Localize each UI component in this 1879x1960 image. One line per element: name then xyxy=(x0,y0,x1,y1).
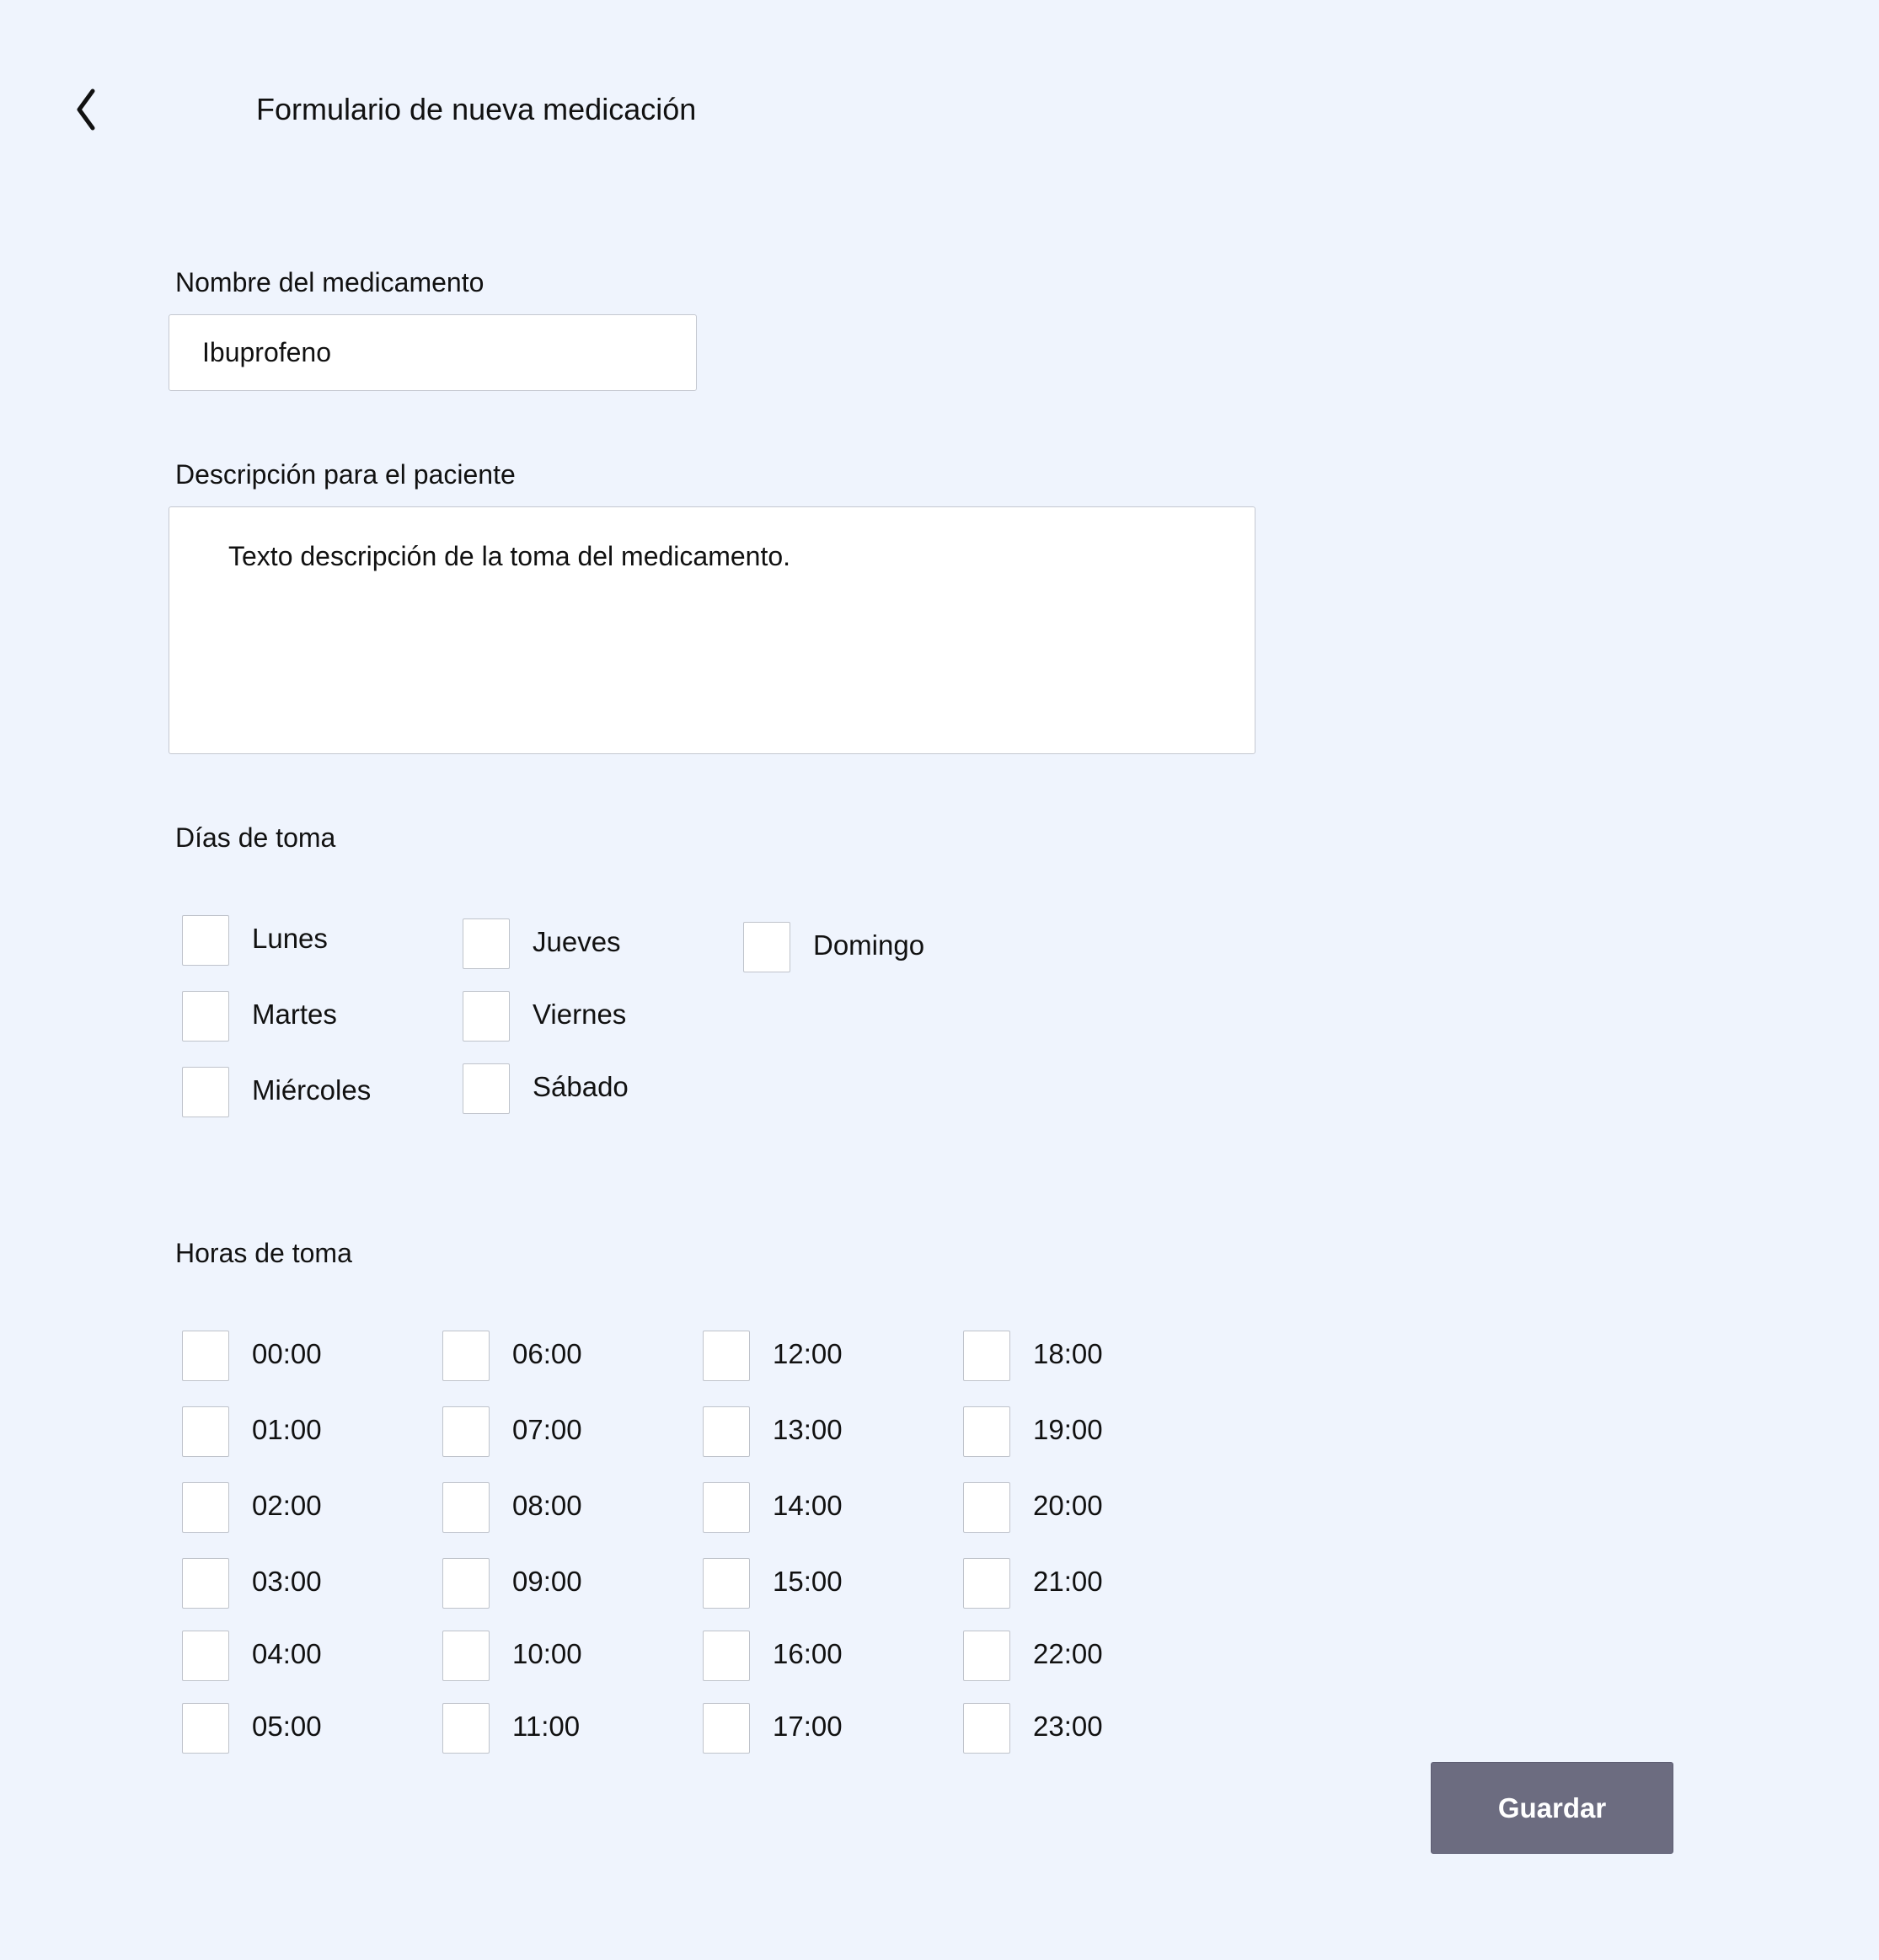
hour-checkbox-10[interactable] xyxy=(442,1631,490,1681)
day-label-lunes: Lunes xyxy=(252,923,328,954)
hour-checkbox-23[interactable] xyxy=(963,1703,1010,1754)
page-title: Formulario de nueva medicación xyxy=(256,92,697,126)
hour-checkbox-11[interactable] xyxy=(442,1703,490,1754)
day-label-domingo: Domingo xyxy=(813,929,925,961)
hour-label-14: 14:00 xyxy=(773,1490,843,1521)
hour-label-21: 21:00 xyxy=(1033,1566,1103,1597)
hour-checkbox-01[interactable] xyxy=(182,1406,229,1457)
hour-checkbox-09[interactable] xyxy=(442,1558,490,1609)
hour-checkbox-12[interactable] xyxy=(703,1331,750,1381)
day-label-miercoles: Miércoles xyxy=(252,1074,372,1106)
hour-label-08: 08:00 xyxy=(512,1490,582,1521)
description-label: Descripción para el paciente xyxy=(175,459,516,490)
hour-label-06: 06:00 xyxy=(512,1338,582,1369)
hour-checkbox-20[interactable] xyxy=(963,1482,1010,1533)
hour-label-10: 10:00 xyxy=(512,1638,582,1669)
hour-checkbox-04[interactable] xyxy=(182,1631,229,1681)
hours-section-label: Horas de toma xyxy=(175,1238,352,1268)
hour-label-04: 04:00 xyxy=(252,1638,322,1669)
hour-label-22: 22:00 xyxy=(1033,1638,1103,1669)
hour-checkbox-02[interactable] xyxy=(182,1482,229,1533)
hour-label-18: 18:00 xyxy=(1033,1338,1103,1369)
hour-checkbox-06[interactable] xyxy=(442,1331,490,1381)
day-label-jueves: Jueves xyxy=(533,926,621,957)
hour-label-19: 19:00 xyxy=(1033,1414,1103,1445)
hour-checkbox-22[interactable] xyxy=(963,1631,1010,1681)
hour-label-12: 12:00 xyxy=(773,1338,843,1369)
save-button[interactable]: Guardar xyxy=(1431,1762,1673,1854)
day-checkbox-jueves[interactable] xyxy=(463,918,510,969)
hour-label-07: 07:00 xyxy=(512,1414,582,1445)
medication-name-input[interactable] xyxy=(169,314,697,391)
hour-label-09: 09:00 xyxy=(512,1566,582,1597)
day-checkbox-domingo[interactable] xyxy=(743,922,790,972)
hour-label-05: 05:00 xyxy=(252,1711,322,1742)
hour-label-02: 02:00 xyxy=(252,1490,322,1521)
hour-label-13: 13:00 xyxy=(773,1414,843,1445)
hour-label-00: 00:00 xyxy=(252,1338,322,1369)
hour-checkbox-05[interactable] xyxy=(182,1703,229,1754)
hour-checkbox-14[interactable] xyxy=(703,1482,750,1533)
description-textarea[interactable]: Texto descripción de la toma del medicam… xyxy=(169,506,1255,754)
hour-checkbox-17[interactable] xyxy=(703,1703,750,1754)
hour-checkbox-16[interactable] xyxy=(703,1631,750,1681)
day-checkbox-miercoles[interactable] xyxy=(182,1067,229,1117)
hour-checkbox-21[interactable] xyxy=(963,1558,1010,1609)
day-label-viernes: Viernes xyxy=(533,999,627,1030)
hour-checkbox-13[interactable] xyxy=(703,1406,750,1457)
hour-checkbox-15[interactable] xyxy=(703,1558,750,1609)
hour-label-16: 16:00 xyxy=(773,1638,843,1669)
hour-label-20: 20:00 xyxy=(1033,1490,1103,1521)
hour-label-03: 03:00 xyxy=(252,1566,322,1597)
days-section-label: Días de toma xyxy=(175,822,336,853)
hour-checkbox-19[interactable] xyxy=(963,1406,1010,1457)
hour-label-23: 23:00 xyxy=(1033,1711,1103,1742)
medication-name-label: Nombre del medicamento xyxy=(175,267,484,297)
hour-checkbox-08[interactable] xyxy=(442,1482,490,1533)
hour-checkbox-18[interactable] xyxy=(963,1331,1010,1381)
day-label-sabado: Sábado xyxy=(533,1071,629,1102)
hour-label-11: 11:00 xyxy=(512,1711,581,1742)
back-button[interactable] xyxy=(69,84,103,135)
chevron-left-icon xyxy=(77,88,95,131)
day-checkbox-sabado[interactable] xyxy=(463,1063,510,1114)
hour-label-17: 17:00 xyxy=(773,1711,843,1742)
day-checkbox-martes[interactable] xyxy=(182,991,229,1042)
hour-label-15: 15:00 xyxy=(773,1566,843,1597)
day-checkbox-lunes[interactable] xyxy=(182,915,229,966)
hour-label-01: 01:00 xyxy=(252,1414,322,1445)
hour-checkbox-07[interactable] xyxy=(442,1406,490,1457)
hour-checkbox-00[interactable] xyxy=(182,1331,229,1381)
hour-checkbox-03[interactable] xyxy=(182,1558,229,1609)
day-checkbox-viernes[interactable] xyxy=(463,991,510,1042)
day-label-martes: Martes xyxy=(252,999,337,1030)
